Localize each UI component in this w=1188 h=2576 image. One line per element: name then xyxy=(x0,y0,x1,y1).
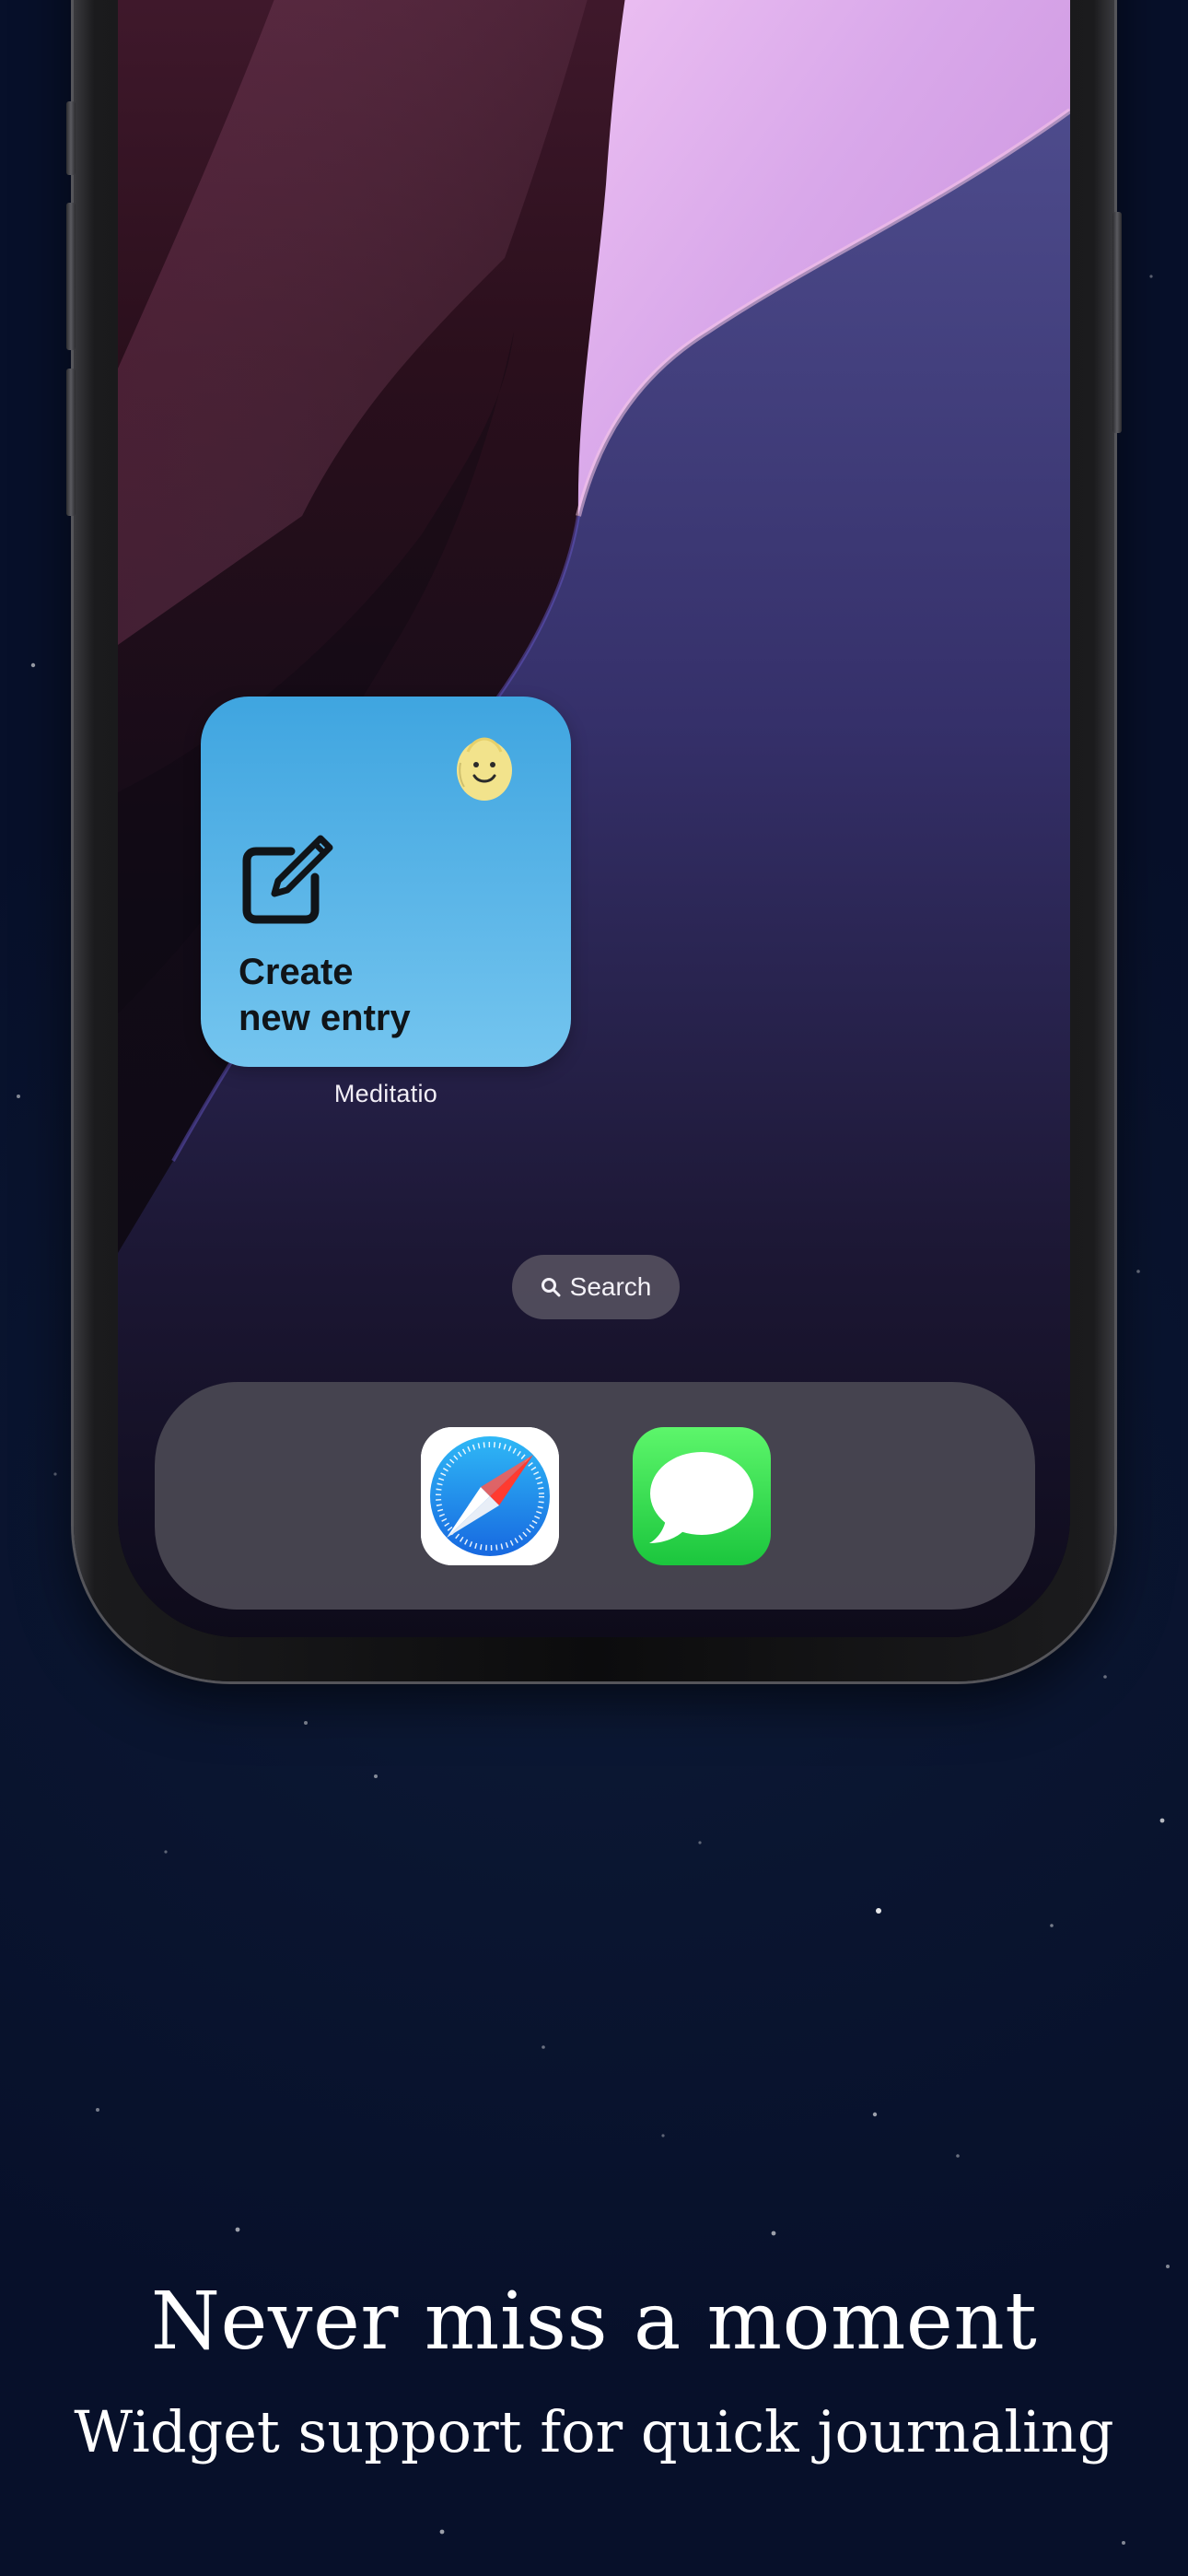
create-entry-widget[interactable]: Create new entry xyxy=(201,697,571,1067)
messages-app-icon[interactable] xyxy=(633,1427,771,1565)
spotlight-search-button[interactable]: Search xyxy=(512,1255,680,1319)
iphone-mockup: Create new entry Meditatio Search xyxy=(66,0,1122,1681)
headline: Never miss a moment xyxy=(150,2276,1038,2368)
subheadline: Widget support for quick journaling xyxy=(74,2398,1114,2465)
compose-icon xyxy=(242,835,333,924)
action-button xyxy=(66,101,76,175)
widget-title: Create new entry xyxy=(239,952,411,1038)
safari-app-icon[interactable] xyxy=(421,1427,559,1565)
search-label: Search xyxy=(569,1272,652,1301)
dock xyxy=(155,1382,1035,1610)
volume-down-button xyxy=(66,369,76,516)
messages-bubble-icon xyxy=(649,1452,753,1543)
home-screen: Create new entry Meditatio Search xyxy=(118,0,1070,1637)
widget-app-label: Meditatio xyxy=(333,1080,438,1107)
safari-compass-icon xyxy=(421,1427,559,1565)
volume-up-button xyxy=(66,203,76,350)
smiling-face-mascot-icon xyxy=(457,737,512,801)
search-icon xyxy=(541,1278,561,1297)
power-button xyxy=(1112,212,1122,433)
journal-widget-container: Create new entry Meditatio xyxy=(201,697,571,1108)
